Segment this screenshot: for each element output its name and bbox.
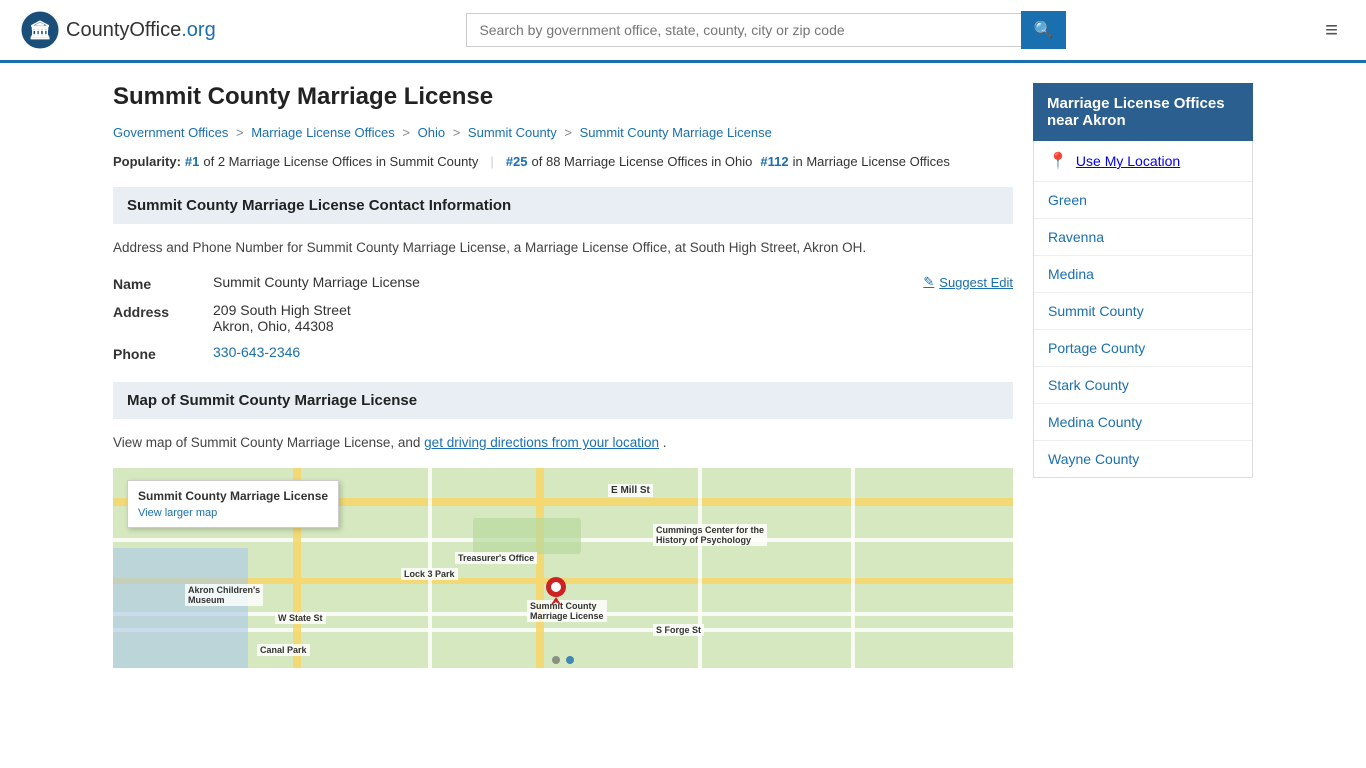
breadcrumb-marriage-license-offices[interactable]: Marriage License Offices bbox=[251, 125, 395, 140]
search-input[interactable] bbox=[466, 13, 1020, 47]
search-bar: 🔍 bbox=[466, 11, 1066, 49]
logo[interactable]: 🏛 CountyOffice.org bbox=[20, 10, 216, 50]
content-area: Summit County Marriage License Governmen… bbox=[113, 83, 1013, 668]
menu-button[interactable]: ≡ bbox=[1317, 13, 1346, 47]
phone-label: Phone bbox=[113, 344, 213, 362]
sidebar-link-portage-county[interactable]: Portage County bbox=[1048, 340, 1145, 356]
popularity-rank1-text: of 2 Marriage License Offices in Summit … bbox=[203, 154, 478, 169]
map-pin bbox=[545, 576, 567, 609]
location-pin-icon: 📍 bbox=[1048, 151, 1068, 171]
search-icon: 🔍 bbox=[1034, 22, 1054, 39]
edit-icon: ✎ bbox=[923, 274, 934, 290]
map-description: View map of Summit County Marriage Licen… bbox=[113, 433, 1013, 453]
svg-text:🏛: 🏛 bbox=[29, 20, 52, 40]
name-label: Name bbox=[113, 274, 213, 292]
logo-text: CountyOffice.org bbox=[66, 19, 216, 42]
driving-directions-link[interactable]: get driving directions from your locatio… bbox=[424, 435, 659, 450]
sidebar-item-medina[interactable]: Medina bbox=[1034, 256, 1252, 293]
sidebar-header: Marriage License Offices near Akron bbox=[1033, 83, 1253, 141]
popularity-label: Popularity: bbox=[113, 154, 181, 169]
address-line1: 209 South High Street bbox=[213, 302, 1013, 318]
sidebar-link-green[interactable]: Green bbox=[1048, 192, 1087, 208]
sidebar-item-medina-county[interactable]: Medina County bbox=[1034, 404, 1252, 441]
name-value: Summit County Marriage License bbox=[213, 274, 923, 290]
sidebar: Marriage License Offices near Akron 📍 Us… bbox=[1033, 83, 1253, 668]
phone-link[interactable]: 330-643-2346 bbox=[213, 344, 300, 360]
map-label-emill: E Mill St bbox=[608, 484, 653, 497]
phone-value: 330-643-2346 bbox=[213, 344, 1013, 360]
sidebar-item-green[interactable]: Green bbox=[1034, 182, 1252, 219]
contact-description: Address and Phone Number for Summit Coun… bbox=[113, 238, 1013, 258]
map-popup-link[interactable]: View larger map bbox=[138, 507, 217, 519]
main-container: Summit County Marriage License Governmen… bbox=[93, 63, 1273, 688]
breadcrumb-summit-county[interactable]: Summit County bbox=[468, 125, 557, 140]
name-row: Name Summit County Marriage License ✎ Su… bbox=[113, 274, 1013, 292]
map-label-sforge: S Forge St bbox=[653, 624, 704, 636]
site-header: 🏛 CountyOffice.org 🔍 ≡ bbox=[0, 0, 1366, 63]
map-label-lock3: Lock 3 Park bbox=[401, 568, 458, 580]
phone-row: Phone 330-643-2346 bbox=[113, 344, 1013, 362]
popularity-rank3: #112 bbox=[760, 154, 788, 169]
logo-icon: 🏛 bbox=[20, 10, 60, 50]
address-value: 209 South High Street Akron, Ohio, 44308 bbox=[213, 302, 1013, 334]
map-label-treasurer: Treasurer's Office bbox=[455, 552, 537, 564]
menu-icon: ≡ bbox=[1325, 17, 1338, 42]
map-label-wstate: W State St bbox=[275, 612, 326, 624]
map-container[interactable]: E Mill St Cummings Center for theHistory… bbox=[113, 468, 1013, 668]
use-location-link[interactable]: Use My Location bbox=[1076, 153, 1180, 169]
breadcrumb: Government Offices > Marriage License Of… bbox=[113, 125, 1013, 140]
map-label-cummings: Cummings Center for theHistory of Psycho… bbox=[653, 524, 767, 546]
popularity-rank1: #1 bbox=[185, 154, 199, 169]
popularity-rank2-text: of 88 Marriage License Offices in Ohio bbox=[532, 154, 753, 169]
map-section-header: Map of Summit County Marriage License bbox=[113, 382, 1013, 419]
sidebar-content: 📍 Use My Location Green Ravenna Medina S… bbox=[1033, 141, 1253, 478]
sidebar-link-medina[interactable]: Medina bbox=[1048, 266, 1094, 282]
map-popup: Summit County Marriage License View larg… bbox=[127, 480, 339, 528]
sidebar-link-wayne-county[interactable]: Wayne County bbox=[1048, 451, 1139, 467]
map-label-canal: Canal Park bbox=[257, 644, 310, 656]
address-line2: Akron, Ohio, 44308 bbox=[213, 318, 1013, 334]
contact-section-header: Summit County Marriage License Contact I… bbox=[113, 187, 1013, 224]
popularity-rank3-text: in Marriage License Offices bbox=[793, 154, 950, 169]
map-label-akron-children: Akron Children'sMuseum bbox=[185, 584, 263, 606]
address-label: Address bbox=[113, 302, 213, 320]
sidebar-item-portage-county[interactable]: Portage County bbox=[1034, 330, 1252, 367]
sidebar-link-summit-county[interactable]: Summit County bbox=[1048, 303, 1144, 319]
breadcrumb-ohio[interactable]: Ohio bbox=[418, 125, 445, 140]
sidebar-item-summit-county[interactable]: Summit County bbox=[1034, 293, 1252, 330]
popularity-rank2: #25 bbox=[506, 154, 528, 169]
sidebar-link-stark-county[interactable]: Stark County bbox=[1048, 377, 1129, 393]
map-controls bbox=[552, 656, 574, 664]
sidebar-item-stark-county[interactable]: Stark County bbox=[1034, 367, 1252, 404]
sidebar-link-ravenna[interactable]: Ravenna bbox=[1048, 229, 1104, 245]
popularity-section: Popularity: #1 of 2 Marriage License Off… bbox=[113, 154, 1013, 169]
address-row: Address 209 South High Street Akron, Ohi… bbox=[113, 302, 1013, 334]
breadcrumb-government-offices[interactable]: Government Offices bbox=[113, 125, 228, 140]
sidebar-item-wayne-county[interactable]: Wayne County bbox=[1034, 441, 1252, 477]
suggest-edit-button[interactable]: ✎ Suggest Edit bbox=[923, 274, 1013, 290]
breadcrumb-current[interactable]: Summit County Marriage License bbox=[580, 125, 772, 140]
map-popup-title: Summit County Marriage License bbox=[138, 489, 328, 503]
sidebar-link-medina-county[interactable]: Medina County bbox=[1048, 414, 1142, 430]
search-button[interactable]: 🔍 bbox=[1021, 11, 1067, 49]
page-title: Summit County Marriage License bbox=[113, 83, 1013, 111]
map-section: Map of Summit County Marriage License Vi… bbox=[113, 382, 1013, 667]
sidebar-item-ravenna[interactable]: Ravenna bbox=[1034, 219, 1252, 256]
use-location-item[interactable]: 📍 Use My Location bbox=[1034, 141, 1252, 182]
